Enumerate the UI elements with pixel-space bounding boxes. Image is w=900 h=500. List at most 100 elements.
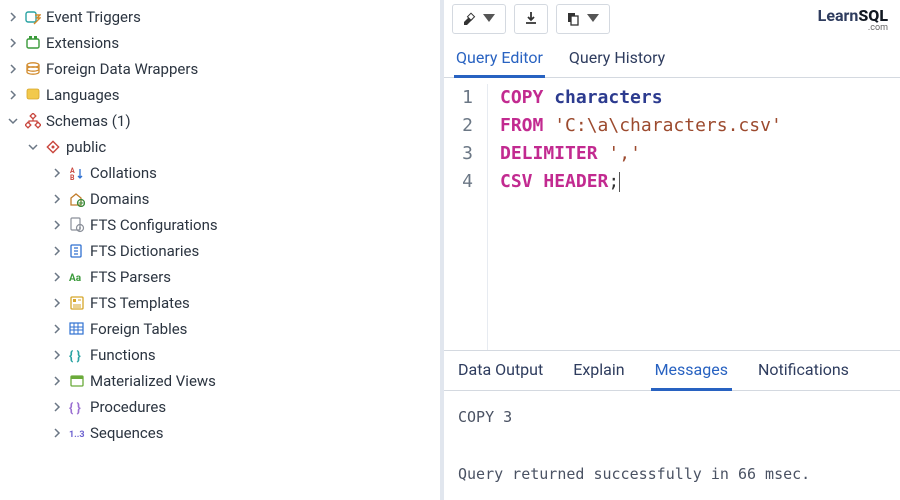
sql-keyword: FROM: [500, 115, 543, 136]
tree-item-procedures[interactable]: { } Procedures: [0, 394, 439, 420]
tree-label: Event Triggers: [46, 8, 141, 26]
functions-icon: { }: [68, 346, 86, 364]
tab-messages[interactable]: Messages: [651, 351, 732, 391]
chevron-down-icon: [26, 140, 40, 154]
sql-string: 'C:\a\characters.csv': [554, 115, 782, 136]
svg-text:B: B: [70, 174, 75, 181]
tree-item-fts-configurations[interactable]: FTS Configurations: [0, 212, 439, 238]
tree-label: Procedures: [90, 398, 166, 416]
tree-item-event-triggers[interactable]: Event Triggers: [0, 4, 439, 30]
output-line: Query returned successfully in 66 msec.: [458, 460, 886, 489]
editor-toolbar: LearnSQL .com: [444, 0, 900, 34]
line-number: 1: [444, 84, 477, 112]
chevron-right-icon: [50, 348, 64, 362]
brand-text-1: Learn: [818, 6, 859, 25]
chevron-right-icon: [50, 166, 64, 180]
tree-label: Foreign Tables: [90, 320, 187, 338]
output-tabs: Data Output Explain Messages Notificatio…: [444, 350, 900, 391]
brand-sub: .com: [868, 23, 888, 33]
download-button[interactable]: [514, 4, 548, 34]
tree-label: Extensions: [46, 34, 119, 52]
line-number: 2: [444, 112, 477, 140]
brand-logo: LearnSQL .com: [818, 6, 892, 33]
tree-label: public: [66, 138, 106, 156]
code-area[interactable]: COPY characters FROM 'C:\a\characters.cs…: [488, 84, 782, 350]
tab-query-editor[interactable]: Query Editor: [454, 40, 545, 78]
chevron-right-icon: [6, 62, 20, 76]
svg-text:1..3: 1..3: [69, 430, 85, 440]
tree-item-domains[interactable]: Domains: [0, 186, 439, 212]
svg-text:Aa: Aa: [69, 273, 82, 284]
schemas-icon: [24, 112, 42, 130]
line-number: 4: [444, 168, 477, 196]
chevron-right-icon: [6, 88, 20, 102]
domains-icon: [68, 190, 86, 208]
sql-keyword: DELIMITER: [500, 143, 598, 164]
fts-parsers-icon: Aa: [68, 268, 86, 286]
tree-label: Schemas (1): [46, 112, 131, 130]
tree-item-fts-parsers[interactable]: Aa FTS Parsers: [0, 264, 439, 290]
tree-item-materialized-views[interactable]: Materialized Views: [0, 368, 439, 394]
tree-label: FTS Dictionaries: [90, 242, 199, 260]
chevron-right-icon: [50, 400, 64, 414]
tree-label: Foreign Data Wrappers: [46, 60, 198, 78]
extensions-icon: [24, 34, 42, 52]
tree-label: Functions: [90, 346, 156, 364]
fts-templates-icon: [68, 294, 86, 312]
tree-label: Materialized Views: [90, 372, 216, 390]
sql-keyword: CSV: [500, 171, 533, 192]
tree-item-fts-templates[interactable]: FTS Templates: [0, 290, 439, 316]
sequences-icon: 1..3: [68, 424, 86, 442]
sql-identifier: characters: [554, 87, 662, 108]
line-number: 3: [444, 140, 477, 168]
tree-item-functions[interactable]: { } Functions: [0, 342, 439, 368]
tree-item-fts-dictionaries[interactable]: FTS Dictionaries: [0, 238, 439, 264]
tree-label: Collations: [90, 164, 157, 182]
object-browser-tree[interactable]: Event Triggers Extensions Foreign Data W…: [0, 0, 440, 500]
chevron-down-icon: [6, 114, 20, 128]
chevron-right-icon: [50, 270, 64, 284]
foreign-data-wrapper-icon: [24, 60, 42, 78]
tree-item-languages[interactable]: Languages: [0, 82, 439, 108]
tree-item-foreign-tables[interactable]: Foreign Tables: [0, 316, 439, 342]
tab-notifications[interactable]: Notifications: [754, 351, 853, 391]
tree-item-sequences[interactable]: 1..3 Sequences: [0, 420, 439, 446]
copy-icon: [565, 10, 581, 29]
schema-icon: [44, 138, 62, 156]
event-trigger-icon: [24, 8, 42, 26]
sql-string: ',': [608, 143, 641, 164]
chevron-right-icon: [50, 218, 64, 232]
text-cursor: [619, 172, 620, 192]
fts-dictionaries-icon: [68, 242, 86, 260]
chevron-right-icon: [50, 322, 64, 336]
chevron-right-icon: [50, 374, 64, 388]
sql-editor[interactable]: 1 2 3 4 COPY characters FROM 'C:\a\chara…: [444, 78, 900, 350]
tree-label: Languages: [46, 86, 120, 104]
tab-query-history[interactable]: Query History: [567, 40, 667, 78]
tree-label: FTS Configurations: [90, 216, 218, 234]
tree-label: Sequences: [90, 424, 163, 442]
tree-item-collations[interactable]: AB Collations: [0, 160, 439, 186]
copy-button[interactable]: [556, 4, 610, 34]
tree-item-schemas[interactable]: Schemas (1): [0, 108, 439, 134]
svg-text:{ }: { }: [69, 401, 81, 415]
chevron-right-icon: [6, 36, 20, 50]
dropdown-caret-icon: [481, 10, 497, 29]
line-gutter: 1 2 3 4: [444, 84, 488, 350]
fts-configurations-icon: [68, 216, 86, 234]
languages-icon: [24, 86, 42, 104]
tab-data-output[interactable]: Data Output: [454, 351, 547, 391]
tab-explain[interactable]: Explain: [569, 351, 628, 391]
tree-item-foreign-data-wrappers[interactable]: Foreign Data Wrappers: [0, 56, 439, 82]
erase-button[interactable]: [452, 4, 506, 34]
tree-item-extensions[interactable]: Extensions: [0, 30, 439, 56]
materialized-views-icon: [68, 372, 86, 390]
chevron-right-icon: [6, 10, 20, 24]
download-icon: [523, 10, 539, 29]
foreign-tables-icon: [68, 320, 86, 338]
svg-text:{ }: { }: [69, 349, 81, 363]
chevron-right-icon: [50, 296, 64, 310]
tree-item-schema-public[interactable]: public: [0, 134, 439, 160]
chevron-right-icon: [50, 192, 64, 206]
query-panel: LearnSQL .com Query Editor Query History…: [440, 0, 900, 500]
